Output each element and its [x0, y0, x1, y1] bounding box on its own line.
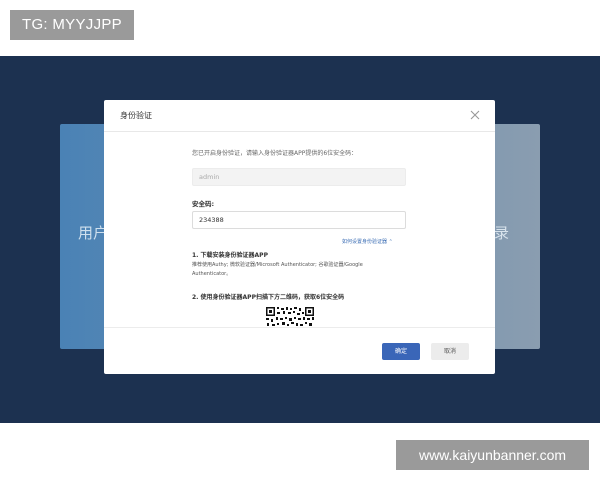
- identity-verification-dialog: 身份验证 您已开启身份验证，请输入身份验证器APP提供的6位安全码： admin…: [104, 100, 495, 374]
- username-field: admin: [192, 168, 406, 186]
- step1-description: 推荐使用Authy; 微软验证器/Microsoft Authenticator…: [192, 262, 363, 277]
- qr-code-icon: [265, 306, 315, 328]
- security-code-label: 安全码:: [192, 200, 215, 208]
- dialog-footer-divider: [104, 327, 495, 328]
- background-label-right: 录: [494, 224, 510, 242]
- confirm-button[interactable]: 确定: [382, 343, 420, 360]
- dialog-title: 身份验证: [120, 111, 152, 120]
- setup-authenticator-link[interactable]: 如何设置身份验证器 ⌃: [342, 238, 393, 245]
- app-screen: 用户 录 身份验证 您已开启身份验证，请输入身份验证器APP提供的6位安全码： …: [0, 56, 600, 423]
- watermark-bottom: www.kaiyunbanner.com: [396, 440, 589, 470]
- watermark-top: TG: MYYJJPP: [10, 10, 134, 40]
- intro-text: 您已开启身份验证，请输入身份验证器APP提供的6位安全码：: [192, 150, 358, 157]
- security-code-input[interactable]: 234388: [192, 211, 406, 229]
- step2-title: 2. 使用身份验证器APP扫描下方二维码，获取6位安全码: [192, 294, 345, 301]
- close-icon[interactable]: [467, 107, 483, 123]
- cancel-button[interactable]: 取消: [431, 343, 469, 360]
- dialog-header: 身份验证: [104, 100, 495, 132]
- step1-title: 1. 下载安装身份验证器APP: [192, 252, 268, 259]
